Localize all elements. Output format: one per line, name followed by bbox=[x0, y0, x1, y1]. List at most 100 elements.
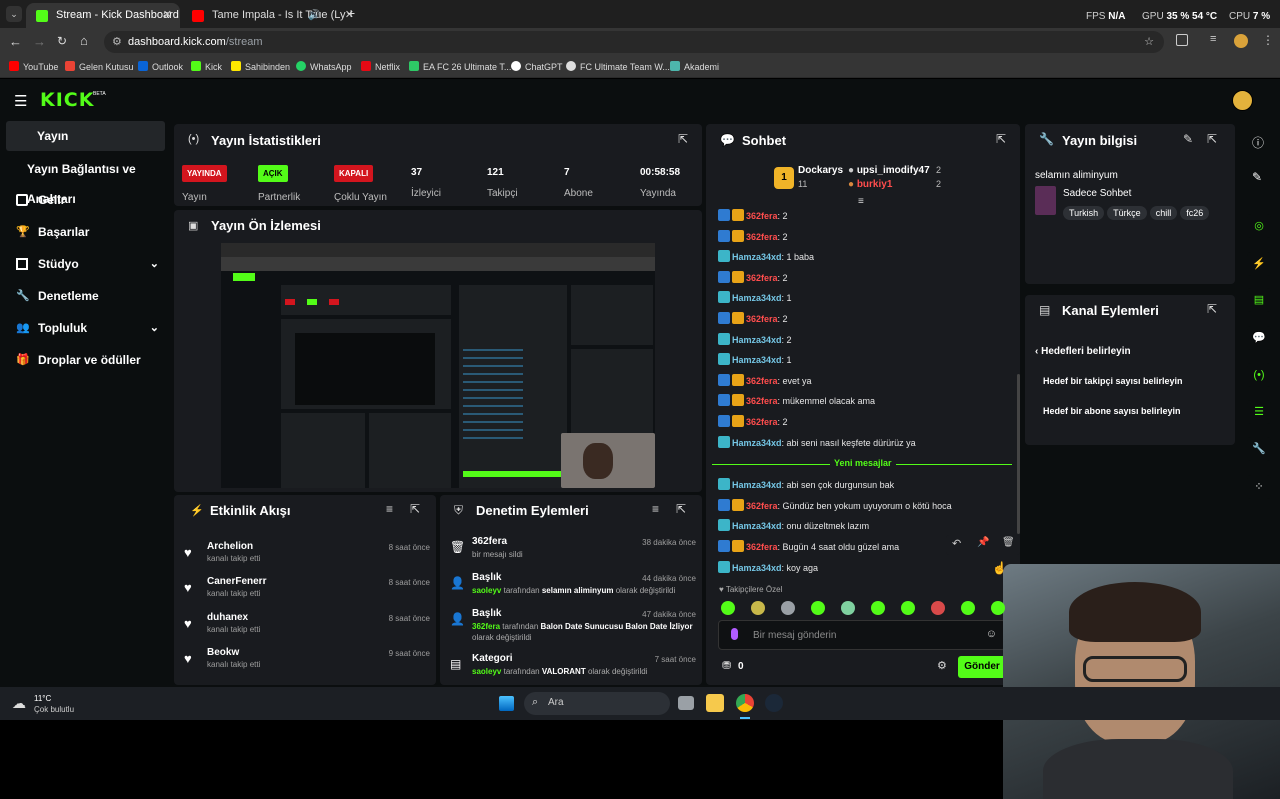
forward-icon[interactable]: → bbox=[33, 34, 46, 49]
popout-icon[interactable]: ⇱ bbox=[1207, 132, 1217, 146]
emote-icon[interactable] bbox=[841, 601, 855, 615]
bookmark-sahibinden[interactable]: Sahibinden bbox=[231, 56, 290, 78]
delete-icon[interactable]: 🗑 bbox=[1002, 537, 1015, 548]
leader-name[interactable]: ● burkiy1 bbox=[848, 179, 892, 190]
sidebar-item-gelir[interactable]: Gelir bbox=[6, 185, 165, 215]
list-item[interactable]: ▤ Kategori saoleyv tarafından VALORANT ola… bbox=[440, 653, 702, 689]
chat-username[interactable]: Hamza34xd bbox=[732, 293, 782, 303]
speaker-icon[interactable]: 🔊 bbox=[308, 3, 320, 28]
pin-icon[interactable]: 📌 bbox=[977, 537, 989, 548]
reply-icon[interactable]: ↶ bbox=[952, 537, 961, 550]
weather-icon[interactable]: ☁ bbox=[12, 695, 26, 712]
info-icon[interactable]: ⓘ bbox=[1252, 134, 1264, 151]
wrench-icon[interactable]: 🔧 bbox=[1247, 437, 1271, 461]
emote-icon[interactable] bbox=[931, 601, 945, 615]
bookmark-youtube[interactable]: YouTube bbox=[9, 56, 58, 78]
bookmark-akademi[interactable]: Akademi bbox=[670, 56, 719, 78]
emote-icon[interactable] bbox=[871, 601, 885, 615]
chat-input[interactable]: Bir mesaj gönderin ☺ bbox=[718, 620, 1006, 650]
chat-username[interactable]: 362fera bbox=[746, 417, 778, 427]
send-button[interactable]: Gönder bbox=[958, 656, 1006, 678]
emote-icon[interactable] bbox=[811, 601, 825, 615]
bookmark-gmail[interactable]: Gelen Kutusu bbox=[65, 56, 134, 78]
emoji-picker-icon[interactable]: ☺ bbox=[986, 628, 997, 640]
chat-message[interactable]: 362fera: 2 bbox=[718, 208, 788, 224]
chat-message[interactable]: 362fera: evet ya bbox=[718, 373, 812, 389]
tag[interactable]: Türkçe bbox=[1107, 206, 1147, 220]
back-icon[interactable]: ← bbox=[9, 34, 22, 49]
microphone-icon[interactable] bbox=[731, 628, 738, 640]
chat-username[interactable]: Hamza34xd bbox=[732, 521, 782, 531]
target-icon[interactable]: ◎ bbox=[1247, 214, 1271, 238]
list-item[interactable]: ♥ duhanex kanalı takip etti 8 saat önce bbox=[174, 612, 436, 648]
taskbar-search[interactable]: ⌕ Ara bbox=[524, 692, 670, 715]
broadcast-icon[interactable]: (•) bbox=[1247, 363, 1271, 387]
bookmark-chatgpt[interactable]: ChatGPT bbox=[511, 56, 563, 78]
url-field[interactable]: ⚙ dashboard.kick.com/stream ☆ bbox=[104, 31, 1164, 53]
chat-username[interactable]: 362fera bbox=[746, 314, 778, 324]
chat-username[interactable]: 362fera bbox=[746, 396, 778, 406]
goal-subscribers-button[interactable]: Hedef bir abone sayısı belirleyin bbox=[1043, 406, 1181, 416]
popout-icon[interactable]: ⇱ bbox=[996, 132, 1006, 146]
stream-preview-video[interactable] bbox=[221, 243, 655, 488]
bookmark-netflix[interactable]: Netflix bbox=[361, 56, 400, 78]
chat-message[interactable]: 362fera: Bugün 4 saat oldu güzel ama bbox=[718, 539, 899, 555]
chat-message[interactable]: 362fera: mükemmel olacak ama bbox=[718, 393, 875, 409]
emote-icon[interactable] bbox=[721, 601, 735, 615]
chat-message[interactable]: Hamza34xd: 2 bbox=[718, 332, 792, 348]
chat-username[interactable]: 362fera bbox=[746, 376, 778, 386]
sidebar-item-topluluk[interactable]: 👥 Topluluk ⌄ bbox=[6, 313, 165, 343]
chat-username[interactable]: 362fera bbox=[746, 542, 778, 552]
tag[interactable]: chill bbox=[1149, 206, 1178, 220]
list-item[interactable]: 👤 Başlık 362fera tarafından Balon Date Sun… bbox=[440, 608, 702, 652]
popout-icon[interactable]: ⇱ bbox=[676, 502, 686, 516]
profile-avatar[interactable] bbox=[1234, 34, 1248, 48]
sidebar-item-baglanti[interactable]: Yayın Bağlantısı ve Anahtarı bbox=[6, 154, 176, 206]
chat-username[interactable]: Hamza34xd bbox=[732, 480, 782, 490]
site-info-icon[interactable]: ⚙ bbox=[112, 31, 122, 53]
expand-leaderboard-icon[interactable]: ≡ bbox=[858, 196, 864, 207]
chat-message[interactable]: Hamza34xd: abi sen çok durgunsun bak bbox=[718, 477, 894, 493]
filter-icon[interactable]: ≡ bbox=[652, 502, 659, 516]
leader-name[interactable]: Dockarys bbox=[798, 165, 843, 176]
tag[interactable]: Turkish bbox=[1063, 206, 1105, 220]
sidebar-item-studyo[interactable]: Stüdyo ⌄ bbox=[6, 249, 165, 279]
bookmark-eafc[interactable]: EA FC 26 Ultimate T... bbox=[409, 56, 511, 78]
chrome-icon[interactable] bbox=[736, 694, 754, 712]
filter-icon[interactable]: ≡ bbox=[386, 502, 393, 516]
tab-kick-dashboard[interactable]: Stream - Kick Dashboard ✕ bbox=[26, 3, 180, 28]
list-item[interactable]: ♥ Archelion kanalı takip etti 8 saat önce bbox=[174, 541, 436, 577]
home-icon[interactable]: ⌂ bbox=[80, 33, 88, 48]
back-button[interactable]: ‹ Hedefleri belirleyin bbox=[1035, 346, 1131, 357]
emote-icon[interactable] bbox=[901, 601, 915, 615]
user-avatar[interactable] bbox=[1232, 90, 1253, 111]
extensions-icon[interactable] bbox=[1176, 34, 1188, 46]
sidebar-item-yayin[interactable]: Yayın bbox=[6, 121, 165, 151]
bookmark-kick[interactable]: Kick bbox=[191, 56, 222, 78]
new-tab-button[interactable]: + bbox=[347, 5, 355, 21]
document-icon[interactable]: ▤ bbox=[1247, 288, 1271, 312]
list-item[interactable]: 🗑 362fera bir mesajı sildi 38 dakika önce bbox=[440, 536, 702, 572]
chat-username[interactable]: 362fera bbox=[746, 232, 778, 242]
dots-icon[interactable]: ⁘ bbox=[1247, 475, 1271, 499]
media-controls-icon[interactable]: ≡ bbox=[1210, 33, 1216, 45]
points-icon[interactable]: ⛃ bbox=[722, 659, 731, 672]
chat-message[interactable]: 362fera: 2 bbox=[718, 229, 788, 245]
chat-username[interactable]: 362fera bbox=[746, 211, 778, 221]
sidebar-item-basarilar[interactable]: 🏆 Başarılar bbox=[6, 217, 165, 247]
chat-username[interactable]: 362fera bbox=[746, 273, 778, 283]
chat-username[interactable]: Hamza34xd bbox=[732, 563, 782, 573]
chat-username[interactable]: Hamza34xd bbox=[732, 252, 782, 262]
category-name[interactable]: Sadece Sohbet bbox=[1063, 188, 1131, 199]
list-icon[interactable]: ☰ bbox=[1247, 400, 1271, 424]
chat-scrollbar[interactable] bbox=[1017, 374, 1020, 534]
bookmark-fcut[interactable]: FC Ultimate Team W... bbox=[566, 56, 670, 78]
tag[interactable]: fc26 bbox=[1180, 206, 1210, 220]
kick-logo[interactable]: KICK bbox=[40, 89, 94, 111]
chat-message[interactable]: Hamza34xd: 1 bbox=[718, 290, 792, 306]
chat-message[interactable]: Hamza34xd: onu düzeltmek lazım bbox=[718, 518, 869, 534]
goal-followers-button[interactable]: Hedef bir takipçi sayısı belirleyin bbox=[1043, 376, 1183, 386]
chat-username[interactable]: 362fera bbox=[746, 501, 778, 511]
emote-icon[interactable] bbox=[961, 601, 975, 615]
browser-menu-icon[interactable]: ⋮ bbox=[1262, 33, 1274, 47]
